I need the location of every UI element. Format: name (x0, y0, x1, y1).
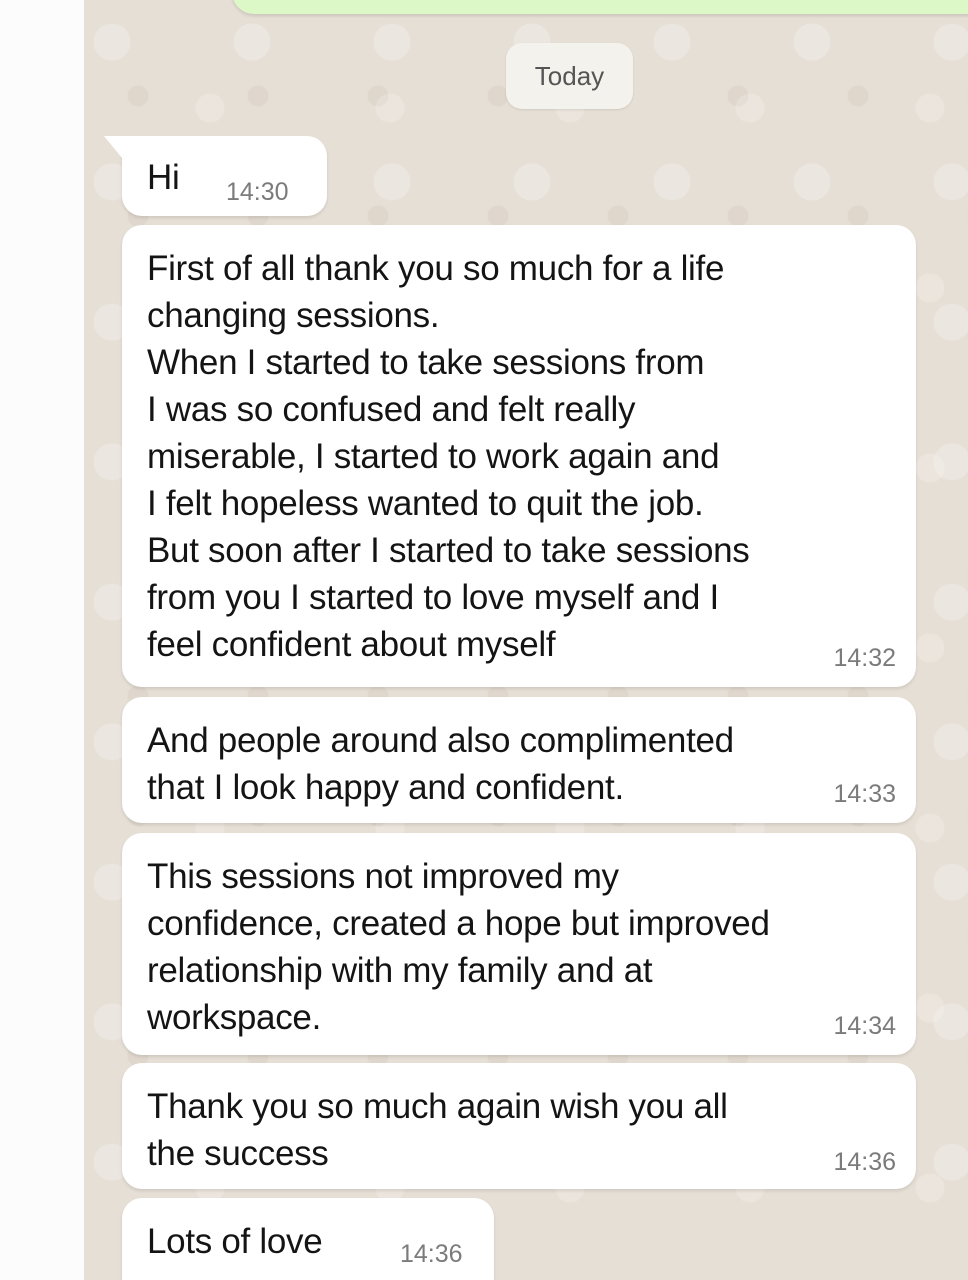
message-bubble[interactable]: Thank you so much again wish you all the… (122, 1063, 916, 1189)
message-text: First of all thank you so much for a lif… (147, 249, 750, 664)
message-timestamp: 14:30 (226, 178, 289, 206)
message-bubble[interactable]: First of all thank you so much for a lif… (122, 225, 916, 687)
message-timestamp: 14:34 (833, 1012, 896, 1040)
bubble-tail (104, 136, 122, 158)
message-bubble[interactable]: And people around also complimented that… (122, 697, 916, 823)
message-timestamp: 14:33 (833, 780, 896, 808)
message-timestamp: 14:36 (833, 1148, 896, 1176)
date-divider: Today (506, 43, 633, 109)
message-timestamp: 14:32 (833, 644, 896, 672)
message-text: And people around also complimented that… (147, 721, 734, 807)
message-bubble[interactable]: This sessions not improved my confidence… (122, 833, 916, 1055)
message-timestamp: 14:36 (400, 1240, 463, 1268)
message-text: This sessions not improved my confidence… (147, 857, 770, 1037)
message-text: Thank you so much again wish you all the… (147, 1087, 728, 1173)
outgoing-message-bubble-partial[interactable] (232, 0, 968, 14)
left-margin (0, 0, 84, 1280)
message-bubble[interactable]: Lots of love 14:36 (122, 1198, 494, 1280)
message-bubble[interactable]: Hi 14:30 (104, 136, 327, 216)
